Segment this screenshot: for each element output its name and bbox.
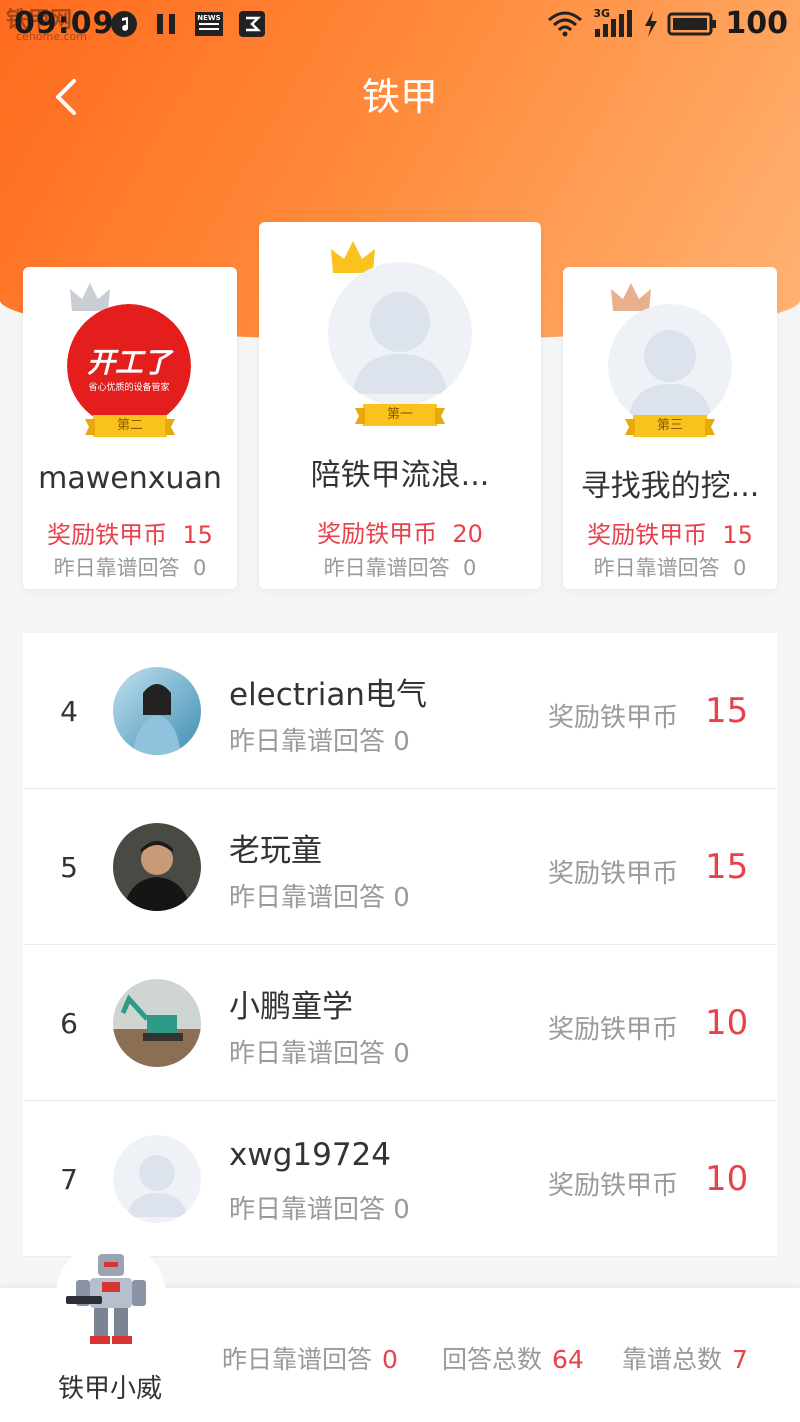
- reward-label: 奖励铁甲币: [548, 1171, 679, 1201]
- podium-card-third[interactable]: 第三 寻找我的挖... 奖励铁甲币 15 昨日靠谱回答 0: [563, 267, 777, 589]
- avatar: [113, 823, 201, 911]
- podium-reliable-count: 昨日靠谱回答 0: [593, 556, 747, 580]
- wifi-icon: [548, 11, 583, 36]
- my-avatar[interactable]: [56, 1240, 166, 1350]
- rank-number: 7: [60, 1163, 78, 1196]
- svg-text:省心优质的设备管家: 省心优质的设备管家: [88, 381, 169, 393]
- reward-value: 10: [705, 1003, 749, 1043]
- stat-total-answers: 回答总数 64: [442, 1345, 584, 1374]
- reward-label: 奖励铁甲币: [548, 859, 679, 889]
- podium-reliable-count: 昨日靠谱回答 0: [323, 556, 477, 580]
- user-photo: [113, 823, 201, 911]
- page-title: 铁甲: [361, 75, 438, 119]
- stat-yesterday-reliable: 昨日靠谱回答 0: [222, 1345, 398, 1374]
- default-avatar-icon: [328, 262, 472, 406]
- avatar: [113, 979, 201, 1067]
- podium-name: 寻找我的挖...: [580, 469, 760, 504]
- excavator-photo: [113, 979, 201, 1067]
- avatar: 开工了 省心优质的设备管家: [67, 304, 191, 428]
- ranking-list: 4 electrian电气 昨日靠谱回答 0 奖励铁甲币 15 5 老玩童 昨日…: [23, 633, 777, 1257]
- my-name: 铁甲小威: [58, 1374, 163, 1404]
- stat-total-reliable: 靠谱总数 7: [622, 1345, 748, 1374]
- user-name: 老玩童: [229, 833, 322, 869]
- podium-name: 陪铁甲流浪...: [310, 458, 490, 493]
- news-icon: NEWS: [195, 12, 223, 36]
- status-bar: 铁甲网 cehome.com 09:09 NEWS 3G 100: [0, 0, 800, 52]
- kaigongle-logo: 开工了 省心优质的设备管家: [67, 304, 191, 428]
- default-avatar-icon: [113, 1135, 201, 1223]
- avatar: [113, 667, 201, 755]
- charging-icon: [645, 10, 658, 37]
- status-right-group: 3G 100: [547, 6, 788, 41]
- avatar: [608, 304, 732, 428]
- podium-name: mawenxuan: [38, 461, 222, 496]
- battery-icon: [667, 12, 717, 35]
- robot-mascot-icon: [66, 1254, 146, 1344]
- default-avatar-icon: [608, 304, 732, 428]
- rank-number: 5: [60, 851, 78, 884]
- reliable-answers: 昨日靠谱回答 0: [229, 727, 410, 757]
- rank-ribbon: 第二: [93, 415, 167, 437]
- podium-reliable-count: 昨日靠谱回答 0: [53, 556, 207, 580]
- user-name: xwg19724: [229, 1137, 391, 1173]
- user-photo: [113, 667, 201, 755]
- podium-card-first[interactable]: 第一 陪铁甲流浪... 奖励铁甲币 20 昨日靠谱回答 0: [259, 222, 541, 589]
- rank-number: 6: [60, 1007, 78, 1040]
- reward-value: 15: [705, 691, 749, 731]
- svg-text:NEWS: NEWS: [197, 14, 220, 22]
- music-icon: [111, 11, 137, 37]
- rank-ribbon: 第三: [633, 415, 707, 437]
- user-name: electrian电气: [229, 677, 427, 713]
- reliable-answers: 昨日靠谱回答 0: [229, 883, 410, 913]
- reward-label: 奖励铁甲币: [548, 703, 679, 733]
- list-item[interactable]: 7 xwg19724 昨日靠谱回答 0 奖励铁甲币 10: [23, 1101, 777, 1257]
- list-item[interactable]: 4 electrian电气 昨日靠谱回答 0 奖励铁甲币 15: [23, 633, 777, 789]
- app-icon: [239, 11, 265, 37]
- reliable-answers: 昨日靠谱回答 0: [229, 1195, 410, 1225]
- podium-reward: 奖励铁甲币 15: [47, 521, 213, 549]
- rank-number: 4: [60, 695, 78, 728]
- svg-text:开工了: 开工了: [87, 346, 174, 379]
- avatar: [328, 262, 472, 406]
- reward-value: 10: [705, 1159, 749, 1199]
- signal-icon: 3G: [591, 7, 635, 39]
- reliable-answers: 昨日靠谱回答 0: [229, 1039, 410, 1069]
- battery-level: 100: [725, 6, 788, 41]
- list-item[interactable]: 6 小鹏童学 昨日靠谱回答 0 奖励铁甲币 10: [23, 945, 777, 1101]
- rank-ribbon: 第一: [363, 404, 437, 426]
- pause-icon: [157, 14, 175, 34]
- list-item[interactable]: 5 老玩童 昨日靠谱回答 0 奖励铁甲币 15: [23, 789, 777, 945]
- podium-card-second[interactable]: 开工了 省心优质的设备管家 第二 mawenxuan 奖励铁甲币 15 昨日靠谱…: [23, 267, 237, 589]
- status-time: 09:09: [14, 6, 115, 41]
- podium-reward: 奖励铁甲币 20: [317, 520, 483, 548]
- reward-label: 奖励铁甲币: [548, 1015, 679, 1045]
- podium-reward: 奖励铁甲币 15: [587, 521, 753, 549]
- user-name: 小鹏童学: [229, 989, 353, 1025]
- avatar: [113, 1135, 201, 1223]
- reward-value: 15: [705, 847, 749, 887]
